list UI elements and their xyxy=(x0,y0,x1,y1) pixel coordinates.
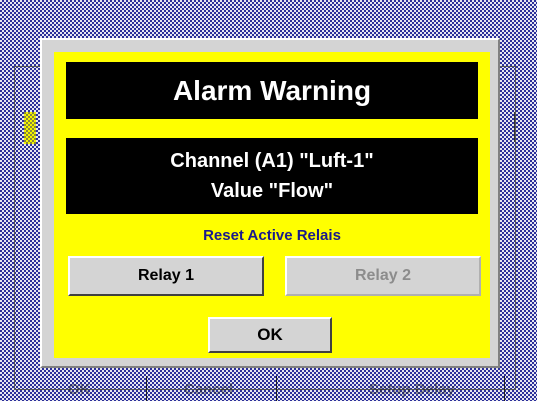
footer-divider xyxy=(276,376,277,401)
background-cancel-button: Cancel xyxy=(184,381,234,398)
alarm-dialog-panel: Alarm Warning Channel (A1) "Luft-1" Valu… xyxy=(54,52,490,358)
relay-2-button[interactable]: Relay 2 xyxy=(285,256,481,296)
alarm-title: Alarm Warning xyxy=(66,62,478,119)
alarm-channel-text: Channel (A1) "Luft-1" xyxy=(170,150,374,172)
alarm-message: Channel (A1) "Luft-1" Value "Flow" xyxy=(66,138,478,214)
background-setup-delay-button: Setup Delay xyxy=(369,381,455,398)
background-bracket xyxy=(506,112,515,142)
footer-divider xyxy=(504,376,505,401)
reset-relais-label: Reset Active Relais xyxy=(203,227,341,244)
background-footer: OK Cancel Setup Delay xyxy=(14,372,514,401)
ok-button[interactable]: OK xyxy=(208,317,332,353)
alarm-value-text: Value "Flow" xyxy=(210,180,334,202)
relay-1-button[interactable]: Relay 1 xyxy=(68,256,264,296)
background-ok-button: OK xyxy=(68,381,91,398)
background-highlight xyxy=(24,112,36,144)
alarm-dialog: Alarm Warning Channel (A1) "Luft-1" Valu… xyxy=(40,38,500,368)
footer-divider xyxy=(146,376,147,401)
